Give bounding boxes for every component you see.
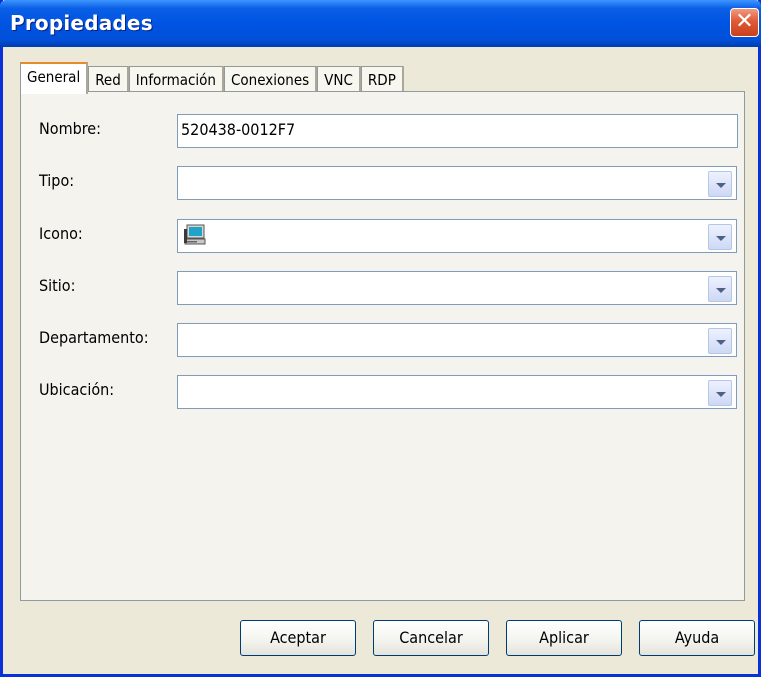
computer-icon [184,223,208,247]
tab-red[interactable]: Red [88,66,129,94]
tab-general[interactable]: General [20,62,89,94]
aplicar-button[interactable]: Aplicar [506,620,622,656]
icono-label: Icono: [39,224,83,243]
ayuda-button[interactable]: Ayuda [639,620,755,656]
icono-select[interactable] [177,219,737,253]
tab-informacion[interactable]: Información [128,66,224,94]
tab-strip: General Red Información Conexiones VNC R… [20,62,404,94]
aceptar-button[interactable]: Aceptar [240,620,356,656]
tipo-select[interactable] [177,166,737,200]
tab-rdp[interactable]: RDP [360,66,404,94]
departamento-label: Departamento: [39,328,149,347]
tab-vnc[interactable]: VNC [317,66,361,94]
sitio-select[interactable] [177,271,737,305]
window-title: Propiedades [10,11,153,35]
nombre-field[interactable]: 520438-0012F7 [177,114,738,148]
nombre-value: 520438-0012F7 [181,120,296,139]
ubicacion-label: Ubicación: [39,380,115,399]
chevron-down-icon[interactable] [708,328,732,354]
nombre-label: Nombre: [39,119,102,138]
departamento-select[interactable] [177,323,737,357]
chevron-down-icon[interactable] [708,224,732,250]
chevron-down-icon[interactable] [708,171,732,197]
ubicacion-select[interactable] [177,375,737,409]
title-bar[interactable]: Propiedades ✕ [0,0,761,47]
tab-conexiones[interactable]: Conexiones [224,66,318,94]
close-button[interactable]: ✕ [730,8,759,37]
chevron-down-icon[interactable] [708,380,732,406]
cancelar-button[interactable]: Cancelar [373,620,489,656]
tipo-label: Tipo: [39,171,75,190]
sitio-label: Sitio: [39,276,76,295]
properties-dialog: Propiedades ✕ General Red Información Co… [0,0,761,677]
close-icon: ✕ [735,9,754,34]
chevron-down-icon[interactable] [708,276,732,302]
